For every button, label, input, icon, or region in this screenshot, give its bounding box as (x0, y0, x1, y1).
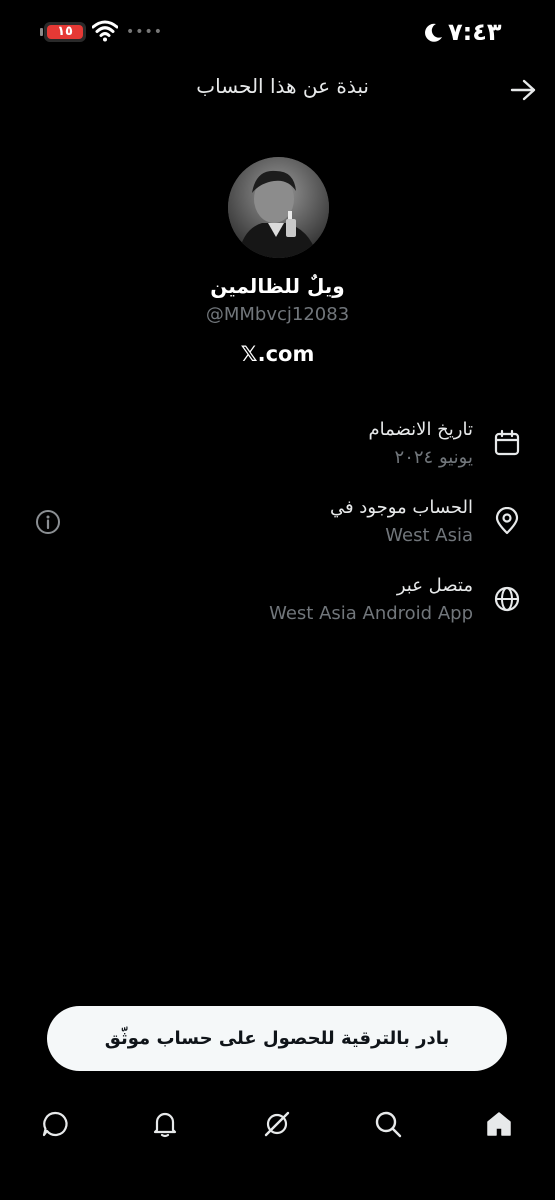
display-name: ويلٌ للظالمين (210, 274, 345, 298)
moon-icon (425, 23, 442, 42)
location-value: West Asia (385, 525, 473, 546)
username: @MMbvcj12083 (205, 304, 350, 325)
location-pin-icon (495, 507, 519, 535)
website-link[interactable]: 𝕏.com (0, 342, 555, 366)
status-bar: ١٥ •••• ٧:٤٣ (0, 0, 555, 66)
joined-label: تاريخ الانضمام (368, 419, 473, 440)
info-row-connected: متصل عبر West Asia Android App (0, 574, 555, 634)
upgrade-button[interactable]: بادر بالترقية للحصول على حساب موثّق (47, 1006, 507, 1071)
info-row-location: الحساب موجود في West Asia (0, 496, 555, 556)
back-arrow-icon[interactable] (510, 78, 536, 102)
chat-icon[interactable] (40, 1109, 70, 1139)
search-icon[interactable] (373, 1109, 403, 1139)
info-icon[interactable] (35, 509, 61, 535)
connected-label: متصل عبر (396, 575, 473, 596)
avatar[interactable] (228, 157, 329, 258)
calendar-icon (494, 429, 520, 456)
globe-icon (494, 586, 520, 612)
connected-value: West Asia Android App (269, 603, 473, 624)
joined-value: يونيو ٢٠٢٤ (394, 447, 473, 468)
location-label: الحساب موجود في (329, 497, 473, 518)
battery-icon: ١٥ (44, 22, 86, 42)
clock: ٧:٤٣ (448, 18, 502, 46)
grok-icon[interactable] (262, 1109, 292, 1139)
wifi-icon (92, 20, 118, 42)
home-icon[interactable] (484, 1109, 514, 1139)
bell-icon[interactable] (150, 1109, 180, 1139)
bottom-nav (0, 1095, 555, 1155)
page-title: نبذة عن هذا الحساب (196, 74, 369, 98)
battery-level: ١٥ (57, 24, 73, 39)
signal-dots: •••• (126, 24, 164, 40)
info-row-joined: تاريخ الانضمام يونيو ٢٠٢٤ (0, 418, 555, 478)
